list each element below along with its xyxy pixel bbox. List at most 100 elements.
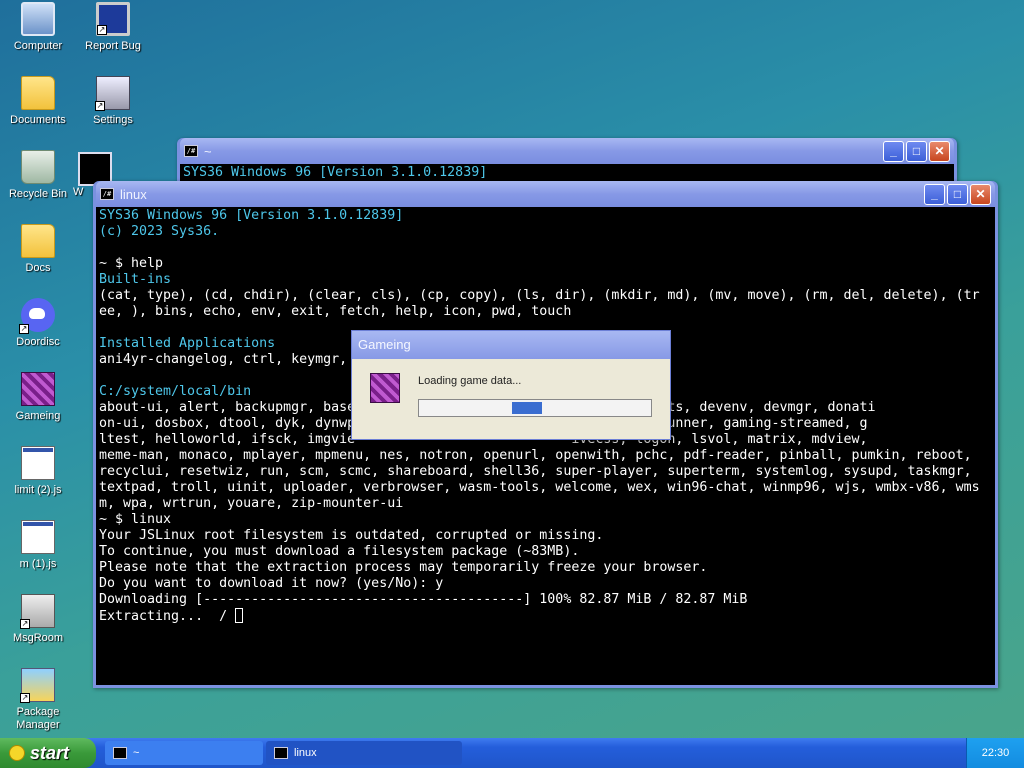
gameing-cube-icon <box>370 373 400 403</box>
package-manager-icon: ↗ <box>20 668 55 703</box>
discord-icon: ↗ <box>19 298 55 334</box>
terminal-line-text: (cat, type), (cd, chdir), (clear, cls), … <box>99 288 980 303</box>
window-titlebar[interactable]: /# ~ _ □ ✕ <box>180 138 954 164</box>
js-file-icon <box>21 520 55 554</box>
terminal-line: Built-ins <box>99 272 995 288</box>
desktop-icon-label: limit (2).js <box>14 484 62 496</box>
terminal-line: Do you want to download it now? (yes/No)… <box>99 576 995 592</box>
recycle-bin-icon <box>21 150 55 184</box>
start-button[interactable]: start <box>0 738 96 768</box>
terminal-line-text: Downloading [---------------------------… <box>99 592 748 607</box>
close-button[interactable]: ✕ <box>929 140 950 162</box>
desktop-icon-m-js[interactable]: m (1).js <box>0 520 76 571</box>
terminal-output[interactable]: SYS36 Windows 96 [Version 3.1.0.12839] (c… <box>96 207 995 685</box>
shortcut-arrow-icon: ↗ <box>19 324 29 334</box>
terminal-line-text: To continue, you must download a filesys… <box>99 544 580 559</box>
shortcut-arrow-icon: ↗ <box>95 101 105 111</box>
system-tray-clock[interactable]: 22:30 <box>966 738 1024 768</box>
window-title: ~ <box>204 143 212 159</box>
terminal-line-text: m, wpa, wrtrun, youare, zip-mounter-ui <box>99 496 404 511</box>
terminal-line: (cat, type), (cd, chdir), (clear, cls), … <box>99 288 995 304</box>
terminal-line-text: C:/system/local/bin <box>99 384 252 399</box>
desktop-icon-documents[interactable]: Documents <box>0 76 76 127</box>
terminal-icon <box>274 747 288 759</box>
terminal-line: meme-man, monaco, mplayer, mpmenu, nes, … <box>99 448 995 464</box>
terminal-icon: /# <box>184 145 198 157</box>
desktop-icon-limit-js[interactable]: limit (2).js <box>0 446 76 497</box>
desktop-icon-label: MsgRoom <box>12 632 64 644</box>
terminal-line: recyclui, resetwiz, run, scm, scmc, shar… <box>99 464 995 480</box>
terminal-line-text: ~ $ help <box>99 256 164 271</box>
maximize-button[interactable]: □ <box>906 140 927 162</box>
terminal-line-text: ani4yr-changelog, ctrl, keymgr, <box>99 352 348 367</box>
desktop-icon-label: Docs <box>25 262 51 274</box>
dialog-title: Gameing <box>352 331 670 359</box>
shortcut-arrow-icon: ↗ <box>97 25 107 35</box>
terminal-line: To continue, you must download a filesys… <box>99 544 995 560</box>
gameing-loading-dialog[interactable]: Gameing Loading game data... <box>351 330 671 440</box>
computer-icon <box>21 2 55 36</box>
minimize-button[interactable]: _ <box>883 140 904 162</box>
desktop-icon-label: Recycle Bin <box>8 188 68 200</box>
terminal-line-text: Extracting... / <box>99 609 236 624</box>
desktop-icon-gameing[interactable]: Gameing <box>0 372 76 423</box>
dialog-message: Loading game data... <box>418 375 522 387</box>
msgroom-icon: ↗ <box>20 594 55 629</box>
progress-fill <box>511 402 542 414</box>
desktop-icon-label: Computer <box>13 40 63 52</box>
desktop-icon-label: Settings <box>93 114 133 126</box>
start-smiley-icon <box>9 745 25 761</box>
terminal-line-text: ee, ), bins, echo, env, exit, fetch, hel… <box>99 304 572 319</box>
terminal-line-text: ~ $ linux <box>99 512 172 527</box>
desktop-icon-recycle-bin[interactable]: Recycle Bin <box>0 150 76 201</box>
terminal-line-text: Your JSLinux root filesystem is outdated… <box>99 528 604 543</box>
settings-icon: ↗ <box>95 76 130 111</box>
taskbar-item-home[interactable]: ~ <box>105 741 263 765</box>
gameing-cube-icon <box>21 372 55 406</box>
desktop-icon-package-manager[interactable]: ↗ Package Manager <box>0 668 76 732</box>
shortcut-arrow-icon: ↗ <box>20 619 30 629</box>
terminal-line: Downloading [---------------------------… <box>99 592 995 608</box>
desktop-icon-docs[interactable]: Docs <box>0 224 76 275</box>
terminal-line: Extracting... / <box>99 608 995 624</box>
desktop-icon-computer[interactable]: Computer <box>0 2 76 53</box>
taskbar-item-label: linux <box>294 747 317 759</box>
terminal-icon: /# <box>100 188 114 200</box>
window-title: linux <box>120 186 147 202</box>
desktop-icon-msgroom[interactable]: ↗ MsgRoom <box>0 594 76 645</box>
terminal-line-text: Do you want to download it now? (yes/No)… <box>99 576 444 591</box>
terminal-line-text: recyclui, resetwiz, run, scm, scmc, shar… <box>99 464 972 479</box>
taskbar: start ~ linux 22:30 <box>0 738 1024 768</box>
terminal-icon <box>113 747 127 759</box>
report-bug-icon: ↗ <box>96 2 130 36</box>
terminal-line-text: Installed Applications <box>99 336 276 351</box>
desktop-icon-label: Documents <box>10 114 66 126</box>
terminal-line: ~ $ help <box>99 256 995 272</box>
taskbar-item-linux[interactable]: linux <box>266 741 462 765</box>
documents-folder-icon <box>21 76 55 110</box>
desktop-icon-doordisc[interactable]: ↗ Doordisc <box>0 298 76 349</box>
terminal-line-text: Built-ins <box>99 272 172 287</box>
terminal-line: textpad, troll, uinit, uploader, verbrow… <box>99 480 995 496</box>
terminal-line: Please note that the extraction process … <box>99 560 995 576</box>
terminal-line: SYS36 Windows 96 [Version 3.1.0.12839] <box>183 165 488 180</box>
terminal-line-text: SYS36 Windows 96 [Version 3.1.0.12839] <box>99 208 404 223</box>
terminal-line: m, wpa, wrtrun, youare, zip-mounter-ui <box>99 496 995 512</box>
desktop-icon-settings[interactable]: ↗ Settings <box>75 76 151 127</box>
js-file-icon <box>21 446 55 480</box>
terminal-cursor <box>235 608 244 623</box>
terminal-line-text: Please note that the extraction process … <box>99 560 708 575</box>
maximize-button[interactable]: □ <box>947 183 968 205</box>
terminal-line-text: (c) 2023 Sys36. <box>99 224 220 239</box>
desktop-icon-label: Doordisc <box>16 336 60 348</box>
desktop-icon-label: Gameing <box>15 410 61 422</box>
minimize-button[interactable]: _ <box>924 183 945 205</box>
desktop-icon-report-bug[interactable]: ↗ Report Bug <box>75 2 151 53</box>
taskbar-item-label: ~ <box>133 747 140 759</box>
window-titlebar[interactable]: /# linux _ □ ✕ <box>96 181 995 207</box>
terminal-line: SYS36 Windows 96 [Version 3.1.0.12839] <box>99 208 995 224</box>
desktop-icon-label: Package Manager <box>16 706 60 731</box>
close-button[interactable]: ✕ <box>970 183 991 205</box>
folder-icon <box>21 224 55 258</box>
